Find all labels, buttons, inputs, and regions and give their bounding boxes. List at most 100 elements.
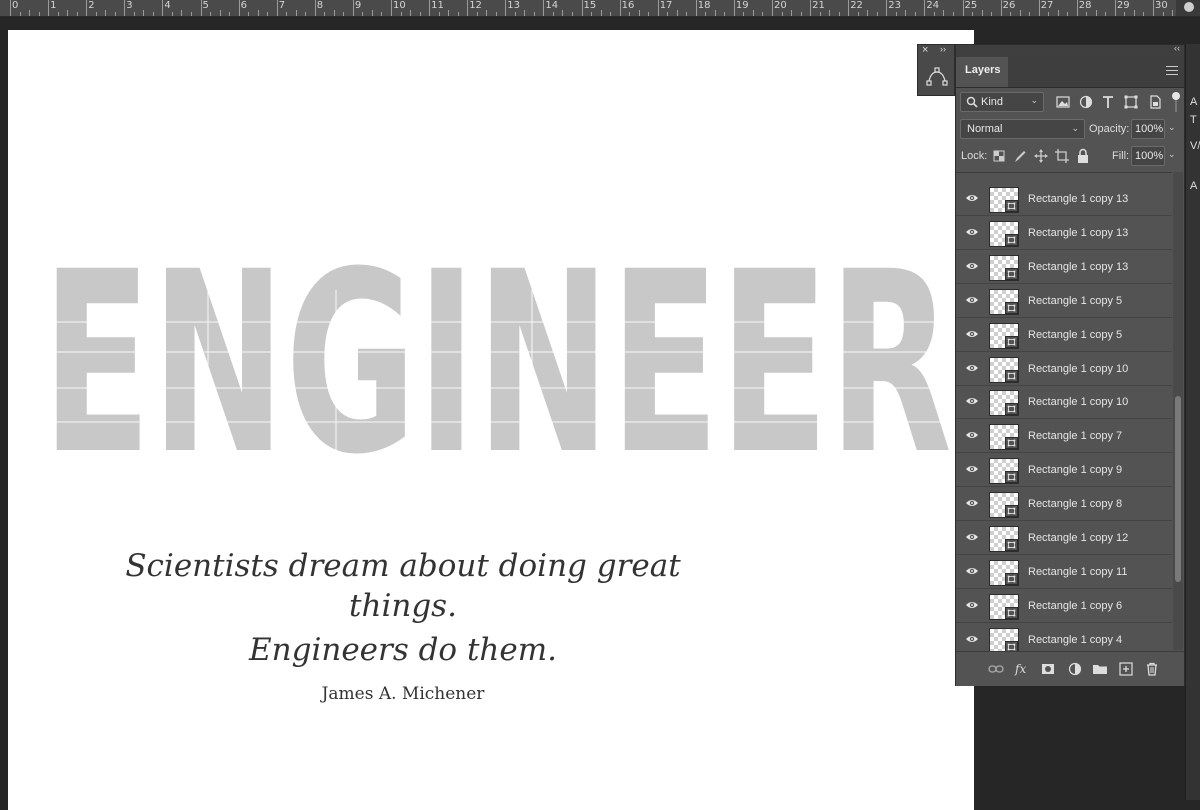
ruler-minor-tick <box>1162 12 1164 16</box>
ruler-minor-tick <box>362 12 364 16</box>
panel-menu-icon[interactable] <box>1166 66 1178 78</box>
ruler-minor-tick <box>867 10 869 16</box>
layer-name[interactable]: Rectangle 1 copy 7 <box>1028 430 1122 442</box>
layer-row[interactable]: Rectangle 1 copy 5 <box>956 284 1172 318</box>
search-icon <box>966 96 978 108</box>
layer-name[interactable]: Rectangle 1 copy 10 <box>1028 363 1128 375</box>
layer-row[interactable]: Rectangle 1 copy 6 <box>956 589 1172 623</box>
visibility-eye-icon[interactable] <box>965 566 979 576</box>
shape-layer-badge-icon <box>1005 301 1018 314</box>
layer-name[interactable]: Rectangle 1 copy 13 <box>1028 193 1128 205</box>
horizontal-ruler[interactable]: 0 1 2 3 4 5 6 7 8 9 10 11 12 13 14 15 16 17 18 19 20 21 22 23 24… <box>0 0 1200 17</box>
link-layers-icon[interactable] <box>988 661 1004 677</box>
layer-name[interactable]: Rectangle 1 copy 8 <box>1028 498 1122 510</box>
ruler-minor-tick <box>38 12 40 16</box>
path-selection-icon[interactable] <box>926 67 948 87</box>
expand-panels-icon[interactable]: ›› <box>940 44 946 54</box>
layer-name[interactable]: Rectangle 1 copy 5 <box>1028 329 1122 341</box>
opacity-input[interactable]: 100% <box>1131 119 1165 139</box>
visibility-eye-icon[interactable] <box>965 396 979 406</box>
filter-kind-select[interactable]: Kind ⌄ <box>960 92 1044 112</box>
shape-filter-icon[interactable] <box>1122 93 1140 111</box>
collapse-panel-icon[interactable]: ‹‹ <box>1174 43 1180 53</box>
layer-row[interactable]: Rectangle 1 copy 8 <box>956 488 1172 522</box>
shape-layer-badge-icon <box>1005 233 1018 246</box>
layer-row[interactable]: Rectangle 1 copy 9 <box>956 454 1172 488</box>
visibility-eye-icon[interactable] <box>965 430 979 440</box>
adjustment-layer-icon[interactable] <box>1067 661 1083 677</box>
add-mask-icon[interactable] <box>1040 661 1056 677</box>
layer-row[interactable]: Rectangle 1 copy 13 <box>956 250 1172 284</box>
delete-layer-icon[interactable] <box>1144 661 1160 677</box>
visibility-eye-icon[interactable] <box>965 600 979 610</box>
layer-row[interactable]: Rectangle 1 copy 10 <box>956 386 1172 420</box>
lock-transparent-pixels-icon[interactable] <box>991 148 1007 164</box>
scrollbar-thumb[interactable] <box>1175 396 1181 582</box>
fill-input[interactable]: 100% <box>1131 146 1165 166</box>
layer-name[interactable]: Rectangle 1 copy 13 <box>1028 261 1128 273</box>
lock-all-icon[interactable] <box>1075 148 1091 164</box>
layer-effects-icon[interactable]: fx <box>1014 661 1030 677</box>
visibility-eye-icon[interactable] <box>965 532 979 542</box>
ruler-label: 5 <box>202 0 209 11</box>
adjustment-filter-icon[interactable] <box>1077 93 1095 111</box>
layer-name[interactable]: Rectangle 1 copy 4 <box>1028 634 1122 646</box>
lock-position-icon[interactable] <box>1033 148 1049 164</box>
blend-mode-select[interactable]: Normal ⌄ <box>960 119 1085 139</box>
ruler-minor-tick <box>552 12 554 16</box>
filter-toggle-switch[interactable] <box>1172 92 1180 112</box>
fill-chevron-icon[interactable]: ⌄ <box>1168 149 1178 160</box>
new-group-icon[interactable] <box>1092 661 1108 677</box>
ruler-label: 9 <box>354 0 362 11</box>
layer-row[interactable]: Rectangle 1 copy 12 <box>956 522 1172 555</box>
layer-row[interactable]: Rectangle 1 copy 13 <box>956 216 1172 250</box>
layer-name[interactable]: Rectangle 1 copy 12 <box>1028 532 1128 544</box>
layer-name[interactable]: Rectangle 1 copy 11 <box>1028 566 1127 578</box>
layer-name[interactable]: Rectangle 1 copy 9 <box>1028 464 1122 476</box>
opacity-chevron-icon[interactable]: ⌄ <box>1168 122 1178 133</box>
visibility-eye-icon[interactable] <box>965 261 979 271</box>
ruler-minor-tick <box>600 10 602 16</box>
layer-row[interactable]: Rectangle 1 copy 4 <box>956 623 1172 651</box>
ruler-major-tick <box>162 0 164 16</box>
prevent-auto-nesting-icon[interactable] <box>1054 148 1070 164</box>
close-icon[interactable]: × <box>922 44 928 56</box>
layer-name[interactable]: Rectangle 1 copy 10 <box>1028 396 1128 408</box>
layer-row[interactable]: Rectangle 1 copy 13 <box>956 183 1172 216</box>
new-layer-icon[interactable] <box>1118 661 1134 677</box>
ruler-minor-tick <box>562 10 564 16</box>
visibility-eye-icon[interactable] <box>965 464 979 474</box>
visibility-eye-icon[interactable] <box>965 295 979 305</box>
document-canvas[interactable]: ENGINEER Scientists dream about doing gr… <box>8 30 974 810</box>
lock-image-pixels-icon[interactable] <box>1012 148 1028 164</box>
ruler-label: 6 <box>240 0 247 11</box>
layer-name[interactable]: Rectangle 1 copy 6 <box>1028 600 1122 612</box>
ruler-minor-tick <box>933 12 935 16</box>
layer-row[interactable]: Rectangle 1 copy 5 <box>956 318 1172 352</box>
visibility-eye-icon[interactable] <box>965 634 979 644</box>
headline-text: ENGINEER <box>42 260 952 492</box>
paths-mini-panel[interactable]: × ›› <box>917 44 955 96</box>
headline-artwork[interactable]: ENGINEER <box>32 260 962 492</box>
layer-name[interactable]: Rectangle 1 copy 13 <box>1028 227 1128 239</box>
layer-list-scrollbar[interactable] <box>1173 172 1183 650</box>
visibility-eye-icon[interactable] <box>965 227 979 237</box>
panel-title-bar[interactable]: ‹‹ <box>956 43 1184 57</box>
type-filter-icon[interactable] <box>1099 93 1117 111</box>
properties-panel-edge[interactable]: A T V/A <box>1185 44 1200 800</box>
ruler-major-tick <box>391 0 392 16</box>
visibility-eye-icon[interactable] <box>965 498 979 508</box>
layer-list[interactable]: Rectangle 1 copy 13 Rectangle 1 copy 13 Re… <box>956 172 1172 651</box>
layer-name[interactable]: Rectangle 1 copy 5 <box>1028 295 1122 307</box>
layer-row[interactable]: Rectangle 1 copy 10 <box>956 352 1172 386</box>
smart-object-filter-icon[interactable] <box>1146 93 1164 111</box>
layer-row[interactable]: Rectangle 1 copy 7 <box>956 420 1172 454</box>
layer-row[interactable]: Rectangle 1 copy 11 <box>956 555 1172 589</box>
tab-layers[interactable]: Layers <box>956 57 1008 87</box>
visibility-eye-icon[interactable] <box>965 193 979 203</box>
visibility-eye-icon[interactable] <box>965 329 979 339</box>
pixel-filter-icon[interactable] <box>1054 93 1072 111</box>
ruler-minor-tick <box>1067 12 1069 16</box>
visibility-eye-icon[interactable] <box>965 363 979 373</box>
layers-panel[interactable]: ‹‹ Layers Kind ⌄ Normal ⌄ Opacity: 100% … <box>955 43 1185 686</box>
